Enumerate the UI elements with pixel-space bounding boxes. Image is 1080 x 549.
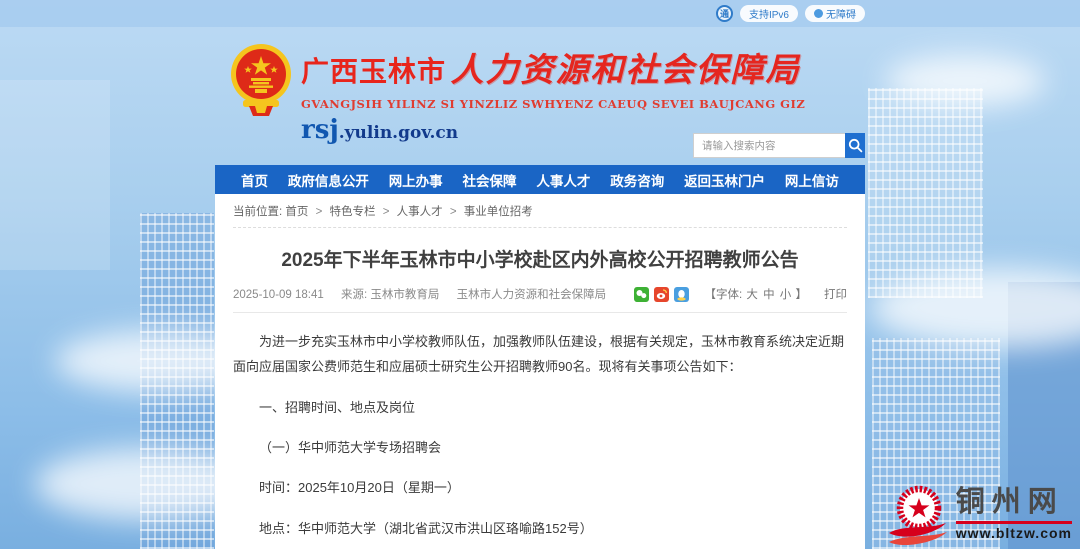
article-body: 为进一步充实玉林市中小学校教师队伍，加强教师队伍建设，根据有关规定，玉林市教育系… [233, 313, 847, 549]
search-icon [848, 138, 862, 153]
site-watermark: 铜州网 www.bltzw.com [888, 483, 1072, 547]
site-domain-short: rsj [301, 115, 339, 145]
site-title-zhuang: GVANGJSIH YILINZ SI YINZLIZ SWHYENZ CAEU… [301, 97, 806, 111]
watermark-text: 铜州网 www.bltzw.com [955, 483, 1072, 541]
site-title-prefix: 广西玉林市 [301, 56, 447, 87]
article-meta-left: 2025-10-09 18:41 来源: 玉林市教育局 玉林市人力资源和社会保障… [233, 286, 620, 302]
font-size-large-button[interactable]: 大 [746, 289, 758, 301]
site-domain-rest: .yulin.gov.cn [338, 123, 459, 143]
qq-share-icon[interactable] [674, 286, 690, 302]
font-size-control: 【字体: 大 中 小 】 [704, 286, 807, 302]
weibo-share-icon[interactable] [654, 286, 670, 302]
article-paragraph: 一、招聘时间、地点及岗位 [259, 399, 416, 415]
breadcrumb: 当前位置: 首页 > 特色专栏 > 人事人才 > 事业单位招考 [233, 194, 847, 228]
search-button[interactable] [845, 133, 865, 158]
breadcrumb-separator: > [315, 206, 323, 218]
breadcrumb-item-special[interactable]: 特色专栏 [330, 206, 376, 218]
watermark-divider [955, 520, 1072, 524]
ipv6-label: 支持IPv6 [748, 10, 789, 21]
content-panel: 当前位置: 首页 > 特色专栏 > 人事人才 > 事业单位招考 2025年下半年… [215, 194, 865, 549]
ipv6-badge-button[interactable]: 支持IPv6 [739, 5, 798, 22]
page: 通 支持IPv6 无障碍 广西玉林市 人力资源和社会保障局 GVANGJSIH … [0, 0, 1080, 549]
breadcrumb-item-recruit[interactable]: 事业单位招考 [464, 206, 533, 218]
article-source-org: 玉林市人力资源和社会保障局 [456, 289, 607, 301]
nav-item-hr-talent[interactable]: 人事人才 [536, 170, 590, 190]
article-meta: 2025-10-09 18:41 来源: 玉林市教育局 玉林市人力资源和社会保障… [233, 286, 847, 313]
article-paragraph: 地点：华中师范大学（湖北省武汉市洪山区珞喻路152号） [259, 520, 593, 536]
article-source: 来源: 玉林市教育局 [341, 289, 440, 301]
nav-item-home[interactable]: 首页 [241, 170, 268, 190]
nav-item-petition[interactable]: 网上信访 [785, 170, 839, 190]
breadcrumb-item-hr[interactable]: 人事人才 [397, 206, 443, 218]
article-date: 2025-10-09 18:41 [233, 289, 324, 301]
font-size-small-button[interactable]: 小 [780, 289, 792, 301]
cloud [885, 55, 1045, 107]
breadcrumb-separator: > [382, 206, 390, 218]
search-input[interactable] [693, 133, 845, 158]
background-building [868, 88, 983, 298]
watermark-name: 铜州网 [955, 486, 1064, 518]
accessibility-button[interactable]: 无障碍 [805, 5, 865, 22]
breadcrumb-item-home[interactable]: 首页 [285, 206, 308, 218]
national-emblem-icon [231, 44, 291, 116]
main-nav: 首页 政府信息公开 网上办事 社会保障 人事人才 政务咨询 返回玉林门户 网上信… [215, 165, 865, 194]
article-paragraph: （一）华中师范大学专场招聘会 [259, 440, 442, 456]
background-building [0, 80, 110, 270]
site-logo-icon[interactable]: 通 [715, 5, 733, 22]
article-meta-right: 【字体: 大 中 小 】 打印 [634, 286, 847, 302]
nav-item-consultation[interactable]: 政务咨询 [610, 170, 664, 190]
print-button[interactable]: 打印 [824, 286, 847, 302]
search-bar [693, 133, 865, 158]
wechat-share-icon[interactable] [634, 286, 650, 302]
nav-item-yulin-portal[interactable]: 返回玉林门户 [684, 170, 765, 190]
article-paragraph: 为进一步充实玉林市中小学校教师队伍，加强教师队伍建设，根据有关规定，玉林市教育系… [233, 334, 845, 375]
nav-item-social-security[interactable]: 社会保障 [463, 170, 517, 190]
site-title: 广西玉林市 人力资源和社会保障局 [301, 43, 805, 91]
font-size-medium-button[interactable]: 中 [763, 289, 775, 301]
accessibility-icon [814, 9, 823, 18]
breadcrumb-label: 当前位置: [233, 206, 283, 218]
font-size-label: 【字体: [704, 289, 743, 301]
breadcrumb-separator: > [449, 206, 457, 218]
article-paragraph: 时间：2025年10月20日（星期一） [259, 480, 460, 496]
nav-item-online-services[interactable]: 网上办事 [389, 170, 443, 190]
site-title-main: 人力资源和社会保障局 [450, 50, 801, 89]
top-utility-bar: 通 支持IPv6 无障碍 [0, 0, 1080, 27]
accessibility-label: 无障碍 [826, 10, 856, 21]
nav-item-gov-info[interactable]: 政府信息公开 [288, 170, 369, 190]
watermark-logo-icon [888, 485, 947, 546]
site-header: 广西玉林市 人力资源和社会保障局 GVANGJSIH YILINZ SI YIN… [215, 27, 865, 165]
font-size-label-close: 】 [795, 289, 808, 301]
watermark-url: www.bltzw.com [955, 524, 1072, 541]
article-title: 2025年下半年玉林市中小学校赴区内外高校公开招聘教师公告 [281, 250, 799, 271]
